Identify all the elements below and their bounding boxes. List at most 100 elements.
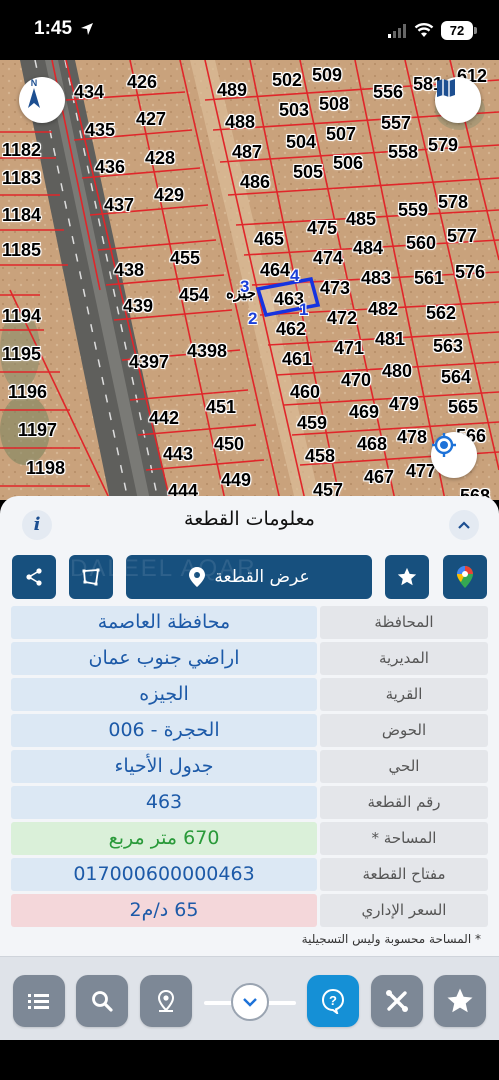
parcel-number-label[interactable]: 483 xyxy=(361,268,391,289)
parcel-number-label[interactable]: 489 xyxy=(217,80,247,101)
parcel-number-label[interactable]: 565 xyxy=(448,397,478,418)
parcel-number-label[interactable]: 426 xyxy=(127,72,157,93)
parcel-number-label[interactable]: 578 xyxy=(438,192,468,213)
parcel-number-label[interactable]: 559 xyxy=(398,200,428,221)
parcel-number-label[interactable]: 564 xyxy=(441,367,471,388)
parcel-number-label[interactable]: 449 xyxy=(221,470,251,491)
parcel-number-label[interactable]: 451 xyxy=(206,397,236,418)
parcel-number-label[interactable]: 478 xyxy=(397,427,427,448)
search-button[interactable] xyxy=(76,975,128,1027)
parcel-number-label[interactable]: 488 xyxy=(225,112,255,133)
parcel-number-label[interactable]: 1183 xyxy=(2,168,41,189)
drawer-toggle-button[interactable] xyxy=(231,983,269,1021)
parcel-number-label[interactable]: 503 xyxy=(279,100,309,121)
parcel-number-label[interactable]: 486 xyxy=(240,172,270,193)
basin-key: الحوض xyxy=(320,714,488,747)
parcel-number-label[interactable]: 505 xyxy=(293,162,323,183)
parcel-number-label[interactable]: 450 xyxy=(214,434,244,455)
parcel-number-label[interactable]: 429 xyxy=(154,185,184,206)
parcel-number-label[interactable]: 1185 xyxy=(2,240,41,261)
parcel-number-label[interactable]: 4397 xyxy=(129,352,169,373)
parcel-number-label[interactable]: 438 xyxy=(114,260,144,281)
parcel-number-label[interactable]: 436 xyxy=(95,157,125,178)
parcel-number-label[interactable]: 1195 xyxy=(2,344,41,365)
parcel-number-label[interactable]: 563 xyxy=(433,336,463,357)
list-button[interactable] xyxy=(13,975,65,1027)
tools-button[interactable] xyxy=(371,975,423,1027)
parcel-number-label[interactable]: 443 xyxy=(163,444,193,465)
parcel-number-label[interactable]: 461 xyxy=(282,349,312,370)
parcel-number-label[interactable]: 468 xyxy=(357,434,387,455)
parcel-number-label[interactable]: 558 xyxy=(388,142,418,163)
parcel-number-label[interactable]: 474 xyxy=(313,248,343,269)
location-button[interactable] xyxy=(140,975,192,1027)
parcel-number-label[interactable]: 477 xyxy=(406,461,436,482)
svg-text:?: ? xyxy=(329,993,337,1008)
my-location-button[interactable] xyxy=(431,432,477,478)
parcel-number-label[interactable]: 562 xyxy=(426,303,456,324)
parcel-number-label[interactable]: 1196 xyxy=(8,382,47,403)
parcel-number-label[interactable]: 1198 xyxy=(26,458,65,479)
favorites-button[interactable] xyxy=(434,975,486,1027)
parcel-number-label[interactable]: 454 xyxy=(179,285,209,306)
compass-button[interactable]: N xyxy=(19,77,65,123)
parcel-number-label[interactable]: 464 xyxy=(260,260,290,281)
parcel-number-label[interactable]: 508 xyxy=(319,94,349,115)
parcel-number-label[interactable]: 470 xyxy=(341,370,371,391)
google-maps-button[interactable] xyxy=(443,555,487,599)
parcel-number-label[interactable]: 442 xyxy=(149,408,179,429)
parcel-number-label[interactable]: 577 xyxy=(447,226,477,247)
map-view[interactable]: 434 426 489 502 509 556 581 612 435 427 488 503 508 5… xyxy=(0,60,499,500)
parcel-number-label[interactable]: 485 xyxy=(346,209,376,230)
parcel-number-label[interactable]: 509 xyxy=(312,65,342,86)
parcel-number-label[interactable]: 428 xyxy=(145,148,175,169)
parcel-number-label[interactable]: 434 xyxy=(74,82,104,103)
parcel-number-label[interactable]: 1197 xyxy=(18,420,57,441)
parcel-number-label[interactable]: 1182 xyxy=(2,140,41,161)
map-layers-button[interactable] xyxy=(435,77,481,123)
parcel-number-label[interactable]: 465 xyxy=(254,229,284,250)
parcel-number-label[interactable]: 455 xyxy=(170,248,200,269)
area-value: 670 متر مربع xyxy=(11,822,317,855)
parcel-number-label[interactable]: 579 xyxy=(428,135,458,156)
parcel-number-label[interactable]: 481 xyxy=(375,329,405,350)
parcel-number-label[interactable]: 556 xyxy=(373,82,403,103)
parcel-number-label[interactable]: 437 xyxy=(104,195,134,216)
bottom-toolbar: ? xyxy=(0,956,499,1040)
parcel-number-label[interactable]: 480 xyxy=(382,361,412,382)
parcel-number-label[interactable]: 471 xyxy=(334,338,364,359)
parcel-number-label[interactable]: 560 xyxy=(406,233,436,254)
parcel-number-label[interactable]: 484 xyxy=(353,238,383,259)
parcel-number-label[interactable]: 467 xyxy=(364,467,394,488)
parcel-number-label[interactable]: 502 xyxy=(272,70,302,91)
share-button[interactable] xyxy=(12,555,56,599)
parcel-number-label[interactable]: 427 xyxy=(136,109,166,130)
collapse-button[interactable] xyxy=(449,510,479,540)
parcel-number-label[interactable]: 576 xyxy=(455,262,485,283)
parcel-number-label[interactable]: 561 xyxy=(414,268,444,289)
favorite-button[interactable] xyxy=(385,555,429,599)
parcel-number-label[interactable]: 507 xyxy=(326,124,356,145)
parcel-number-label[interactable]: 458 xyxy=(305,446,335,467)
parcel-number-label[interactable]: 506 xyxy=(333,153,363,174)
parcel-number-label[interactable]: 504 xyxy=(286,132,316,153)
parcel-number-label[interactable]: 482 xyxy=(368,299,398,320)
parcel-number-label[interactable]: 473 xyxy=(320,278,350,299)
parcel-number-label[interactable]: 479 xyxy=(389,394,419,415)
show-parcel-button[interactable]: عرض القطعة xyxy=(126,555,372,599)
draw-area-button[interactable] xyxy=(69,555,113,599)
help-button[interactable]: ? xyxy=(307,975,359,1027)
parcel-number-label[interactable]: 1194 xyxy=(2,306,41,327)
parcel-number-label[interactable]: 439 xyxy=(123,296,153,317)
parcel-number-label[interactable]: 557 xyxy=(381,113,411,134)
parcel-number-label[interactable]: 435 xyxy=(85,120,115,141)
parcel-number-label[interactable]: 459 xyxy=(297,413,327,434)
parcel-number-label[interactable]: 487 xyxy=(232,142,262,163)
parcel-number-label[interactable]: 4398 xyxy=(187,341,227,362)
parcel-number-label[interactable]: 469 xyxy=(349,402,379,423)
parcel-number-label[interactable]: 1184 xyxy=(2,205,41,226)
parcel-number-label[interactable]: 460 xyxy=(290,382,320,403)
parcel-number-label[interactable]: 472 xyxy=(327,308,357,329)
parcel-number-label[interactable]: 462 xyxy=(276,319,306,340)
parcel-number-label[interactable]: 475 xyxy=(307,218,337,239)
